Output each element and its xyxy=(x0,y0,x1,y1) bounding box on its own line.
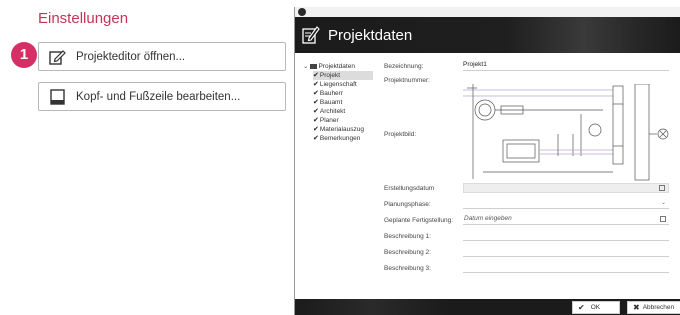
check-icon: ✔ xyxy=(313,126,319,133)
bezeichnung-value: Projekt1 xyxy=(463,61,487,68)
check-icon: ✔ xyxy=(313,117,319,124)
dialog-header: Projektdaten xyxy=(295,17,680,53)
project-edit-icon xyxy=(302,25,320,49)
erstellungsdatum-label: Erstellungsdatum xyxy=(384,185,435,192)
tree-item-label: Architekt xyxy=(319,108,346,115)
step-badge: 1 xyxy=(11,42,37,68)
erstellungsdatum-field xyxy=(463,183,669,193)
collapse-icon[interactable]: ⌄ xyxy=(303,62,308,71)
bezeichnung-label: Bezeichnung: xyxy=(384,63,424,70)
tree-item-bemerkungen[interactable]: ✔ Bemerkungen xyxy=(313,134,373,143)
tree-item-label: Bauherr xyxy=(319,90,343,97)
calendar-icon[interactable] xyxy=(660,216,666,222)
tree-item-label: Materialauszug xyxy=(319,126,364,133)
close-icon: ✖ xyxy=(633,303,640,312)
fertigstellung-placeholder: Datum eingeben xyxy=(464,215,512,222)
beschreibung3-label: Beschreibung 3: xyxy=(384,265,431,272)
edit-header-footer-label: Kopf- und Fußzeile bearbeiten... xyxy=(76,90,241,103)
tree-root[interactable]: ⌄ Projektdaten xyxy=(303,62,373,71)
projektnummer-label: Projektnummer: xyxy=(384,77,430,84)
beschreibung1-label: Beschreibung 1: xyxy=(384,233,431,240)
tree-item-projekt[interactable]: ✔ Projekt xyxy=(313,71,373,80)
settings-title: Einstellungen xyxy=(38,10,129,27)
calendar-icon xyxy=(659,185,665,191)
beschreibung1-input[interactable] xyxy=(463,231,669,241)
dialog-titlebar xyxy=(295,7,680,17)
project-data-dialog: Projektdaten ⌄ Projektdaten ✔ Projekt ✔ … xyxy=(294,7,680,315)
ok-button[interactable]: ✔ OK xyxy=(572,301,620,314)
tree-item-architekt[interactable]: ✔ Architekt xyxy=(313,107,373,116)
bezeichnung-input[interactable]: Projekt1 xyxy=(463,61,669,71)
folder-icon xyxy=(310,64,318,69)
tree-item-planer[interactable]: ✔ Planer xyxy=(313,116,373,125)
project-tree: ⌄ Projektdaten ✔ Projekt ✔ Liegenschaft … xyxy=(303,62,373,143)
ok-label: OK xyxy=(590,304,601,311)
edit-document-icon xyxy=(48,49,66,65)
tree-item-label: Projekt xyxy=(319,72,341,79)
dialog-footer: ✔ OK ✖ Abbrechen xyxy=(295,299,680,315)
tree-root-label: Projektdaten xyxy=(318,63,355,70)
tree-item-label: Planer xyxy=(319,117,339,124)
tree-item-liegenschaft[interactable]: ✔ Liegenschaft xyxy=(313,80,373,89)
check-icon: ✔ xyxy=(313,135,319,142)
tree-item-label: Bauamt xyxy=(319,99,343,106)
cancel-label: Abbrechen xyxy=(642,304,675,311)
tree-item-label: Liegenschaft xyxy=(319,81,357,88)
page-footer-icon xyxy=(48,88,66,105)
check-icon: ✔ xyxy=(313,72,319,79)
dialog-title: Projektdaten xyxy=(328,27,413,44)
chevron-down-icon: ⌄ xyxy=(660,200,666,206)
fertigstellung-input[interactable]: Datum eingeben xyxy=(463,215,669,225)
beschreibung2-input[interactable] xyxy=(463,247,669,257)
check-icon: ✔ xyxy=(313,90,319,97)
tree-item-bauamt[interactable]: ✔ Bauamt xyxy=(313,98,373,107)
fertigstellung-label: Geplante Fertigstellung: xyxy=(384,217,454,224)
cancel-button[interactable]: ✖ Abbrechen xyxy=(627,301,680,314)
tree-item-materialauszug[interactable]: ✔ Materialauszug xyxy=(313,125,373,134)
projektbild-label: Projektbild: xyxy=(384,131,417,138)
open-project-editor-button[interactable]: Projekteditor öffnen... xyxy=(38,42,286,71)
check-icon: ✔ xyxy=(313,99,319,106)
tree-item-bauherr[interactable]: ✔ Bauherr xyxy=(313,89,373,98)
edit-header-footer-button[interactable]: Kopf- und Fußzeile bearbeiten... xyxy=(38,82,286,111)
check-icon: ✔ xyxy=(313,81,319,88)
open-project-editor-label: Projekteditor öffnen... xyxy=(76,50,186,63)
beschreibung3-input[interactable] xyxy=(463,263,669,273)
tree-item-label: Bemerkungen xyxy=(319,135,361,142)
project-image[interactable] xyxy=(463,83,669,182)
planungsphase-label: Planungsphase: xyxy=(384,201,431,208)
planungsphase-select[interactable]: ⌄ xyxy=(463,199,669,209)
check-icon: ✔ xyxy=(578,303,585,312)
beschreibung2-label: Beschreibung 2: xyxy=(384,249,431,256)
app-icon xyxy=(298,8,306,16)
check-icon: ✔ xyxy=(313,108,319,115)
